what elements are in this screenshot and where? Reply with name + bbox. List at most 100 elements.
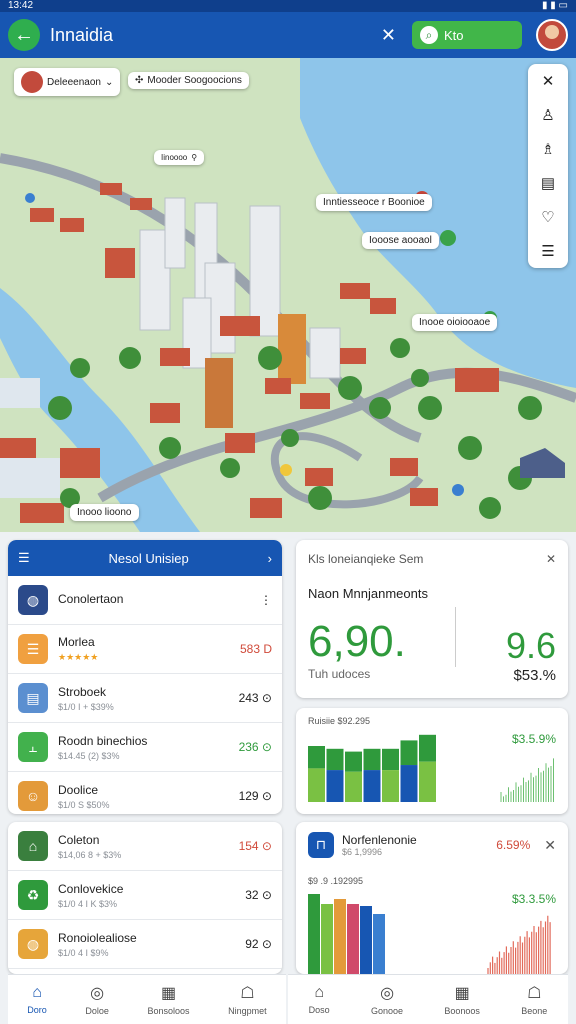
recycle-icon: ♻ <box>18 880 48 910</box>
list-item-text: Conolertaon <box>58 592 260 609</box>
performance-card: ⊓ Norfenlenonie $6 1,9996 6.59% ✕ $9 .9 … <box>296 822 568 974</box>
bar-top <box>400 740 418 766</box>
avatar[interactable] <box>536 19 568 51</box>
summary-foot-left: Tuh udoces <box>308 667 371 681</box>
bar-card: Ruisiie $92.295 $3.5.9% <box>296 708 568 814</box>
list-item-value: 243 ⊙ <box>238 691 272 705</box>
list-item-text: Morlea ★★★★★ <box>58 635 240 663</box>
nav-item-1[interactable]: ◎ Gonooe <box>371 983 403 1016</box>
bar <box>321 904 333 974</box>
search-button[interactable]: ⌕ Kto <box>412 21 522 49</box>
list-item-value: 236 ⊙ <box>238 740 272 754</box>
globe-icon: ◍ <box>18 585 48 615</box>
map-callout-1-label: Iinoooo <box>161 153 188 162</box>
person-icon: ☺ <box>18 781 48 811</box>
map-callout-1[interactable]: Iinoooo ⚲ <box>154 150 205 165</box>
list-item-sub: $1/0 4 I K $3% <box>58 898 118 909</box>
list-item[interactable]: ▤ Stroboek $1/0 I + $39% 243 ⊙ <box>8 674 282 723</box>
map-illustration <box>0 58 576 532</box>
list-item-sub: $14,06 8 + $3% <box>58 849 122 860</box>
chevron-icon: ⌄ <box>104 76 114 88</box>
summary-big-right: 9.6 <box>505 625 556 666</box>
map-callout-5[interactable]: Inooo lioono <box>70 504 139 521</box>
nav-item-3[interactable]: ☖ Ningpmet <box>228 983 267 1016</box>
map-callout-4[interactable]: Inooe oioiooaoe <box>412 314 498 331</box>
list-item-text: Doolice $1/0 S $50% <box>58 783 239 810</box>
summary-card-title: Kls loneianqieke Sem <box>308 552 424 566</box>
list-item[interactable]: ⫠ Roodn binechios $14.45 (2) $3% 236 ⊙ <box>8 723 282 772</box>
nav-item-3[interactable]: ☖ Beone <box>521 983 547 1016</box>
map-callout-3[interactable]: Iooose aooaol <box>362 232 439 249</box>
nav-label: Gonooe <box>371 1006 404 1016</box>
nav-label: Doso <box>308 1005 330 1015</box>
list-item-sub: $1/0 S $50% <box>58 799 110 810</box>
list-icon: ☰ <box>18 634 48 664</box>
list-item-text: Roodn binechios $14.45 (2) $3% <box>58 734 239 761</box>
shuffle-icon[interactable]: ✕ <box>381 25 396 46</box>
list-item-name: Ronoiolealiose <box>58 930 137 945</box>
person-icon[interactable]: ♗ <box>541 140 554 158</box>
close-icon[interactable]: ✕ <box>542 72 555 90</box>
list-item[interactable]: ◍ Conolertaon ⋮ <box>8 576 282 625</box>
summary-foot-right: $53.% <box>513 667 556 684</box>
bar <box>419 761 436 802</box>
list-item[interactable]: ♻ Conlovekice $1/0 4 I K $3% 32 ⊙ <box>8 871 282 920</box>
list-item-value: 92 ⊙ <box>245 937 272 951</box>
list-item-name: Doolice <box>58 782 99 797</box>
left-list-panel: ☰ Nesol Unisiep › ◍ Conolertaon ⋮ ☰ Morlea ★★… <box>8 540 282 814</box>
bar <box>347 904 359 974</box>
list-item-text: Conlovekice $1/0 4 I K $3% <box>58 882 245 909</box>
list-item[interactable]: ⌂ Coleton $14,06 8 + $3% 154 ⊙ <box>8 822 282 871</box>
bar-top <box>326 748 344 771</box>
list-item[interactable]: ☺ Doolice $1/0 S $50% 129 ⊙ <box>8 772 282 814</box>
target-icon: ◎ <box>380 985 395 1002</box>
profile-icon: ☖ <box>527 985 542 1002</box>
link-icon: ⚲ <box>191 153 198 162</box>
list-item-value: ⋮ <box>260 593 272 607</box>
list-item-value: 32 ⊙ <box>245 888 272 902</box>
app-bar: ← Innaidia ✕ ⌕ Kto <box>0 12 576 58</box>
list-item[interactable]: ◍ Ronoiolealiose $1/0 4 I $9% 92 ⊙ <box>8 920 282 969</box>
location-chip[interactable]: Deleeenaon ⌄ <box>14 68 121 96</box>
nav-item-2[interactable]: ▦ Boonoos <box>444 983 480 1016</box>
home-icon: ⌂ <box>314 984 325 1001</box>
map-search-chip[interactable]: ✣ Mooder Soogoocions <box>128 72 249 89</box>
nav-item-0[interactable]: ⌂ Doso <box>309 984 330 1015</box>
map-toolbar: ✕ ♙ ♗ ▤ ♡ ☰ <box>528 64 568 268</box>
search-icon: ⌕ <box>420 26 438 44</box>
list-item-value: 129 ⊙ <box>238 789 272 803</box>
bar-top <box>363 748 381 771</box>
back-button[interactable]: ← <box>8 19 40 51</box>
chevron-right-icon[interactable]: › <box>268 551 272 566</box>
location-avatar-icon <box>21 71 43 93</box>
bar-chart <box>308 734 554 802</box>
bar <box>308 894 320 974</box>
nav-item-0[interactable]: ⌂ Doro <box>27 984 47 1015</box>
left-list-panel-2: ⌂ Coleton $14,06 8 + $3% 154 ⊙ ♻ Conlovekice $… <box>8 822 282 974</box>
heart-icon[interactable]: ♡ <box>541 208 554 226</box>
map-callout-2-label: Inntiesseoce r Boonioe <box>323 197 425 208</box>
city-map[interactable]: Deleeenaon ⌄ ✣ Mooder Soogoocions Iinooo… <box>0 58 576 532</box>
bell-icon[interactable]: ♙ <box>541 106 554 124</box>
list-item-sub: $1/0 I + $39% <box>58 701 114 712</box>
list-item-name: Conlovekice <box>58 881 124 896</box>
menu-icon[interactable]: ☰ <box>18 550 30 566</box>
layers-icon[interactable]: ☰ <box>541 242 554 260</box>
building-icon: ⌂ <box>18 831 48 861</box>
profile-icon: ☖ <box>240 985 255 1002</box>
summary-card-subtitle: Naon Mnnjanmeonts <box>308 586 428 601</box>
list-item-name: Stroboek <box>58 684 107 699</box>
document-icon[interactable]: ▤ <box>541 174 555 192</box>
map-callout-2[interactable]: Inntiesseoce r Boonioe <box>316 194 432 211</box>
map-callout-5-label: Inooo lioono <box>77 507 132 518</box>
bar <box>360 906 372 974</box>
left-panel-header: ☰ Nesol Unisiep › <box>8 540 282 576</box>
bar <box>373 914 385 974</box>
nav-item-2[interactable]: ▦ Bonsoloos <box>148 983 190 1016</box>
list-item[interactable]: ☰ Morlea ★★★★★ 583 D <box>8 625 282 674</box>
list-item-text: Ronoiolealiose $1/0 4 I $9% <box>58 931 245 958</box>
close-icon[interactable]: ✕ <box>546 552 556 566</box>
bar-top <box>419 734 436 762</box>
list-item-value: 154 ⊙ <box>238 839 272 853</box>
nav-item-1[interactable]: ◎ Doloe <box>85 983 109 1016</box>
